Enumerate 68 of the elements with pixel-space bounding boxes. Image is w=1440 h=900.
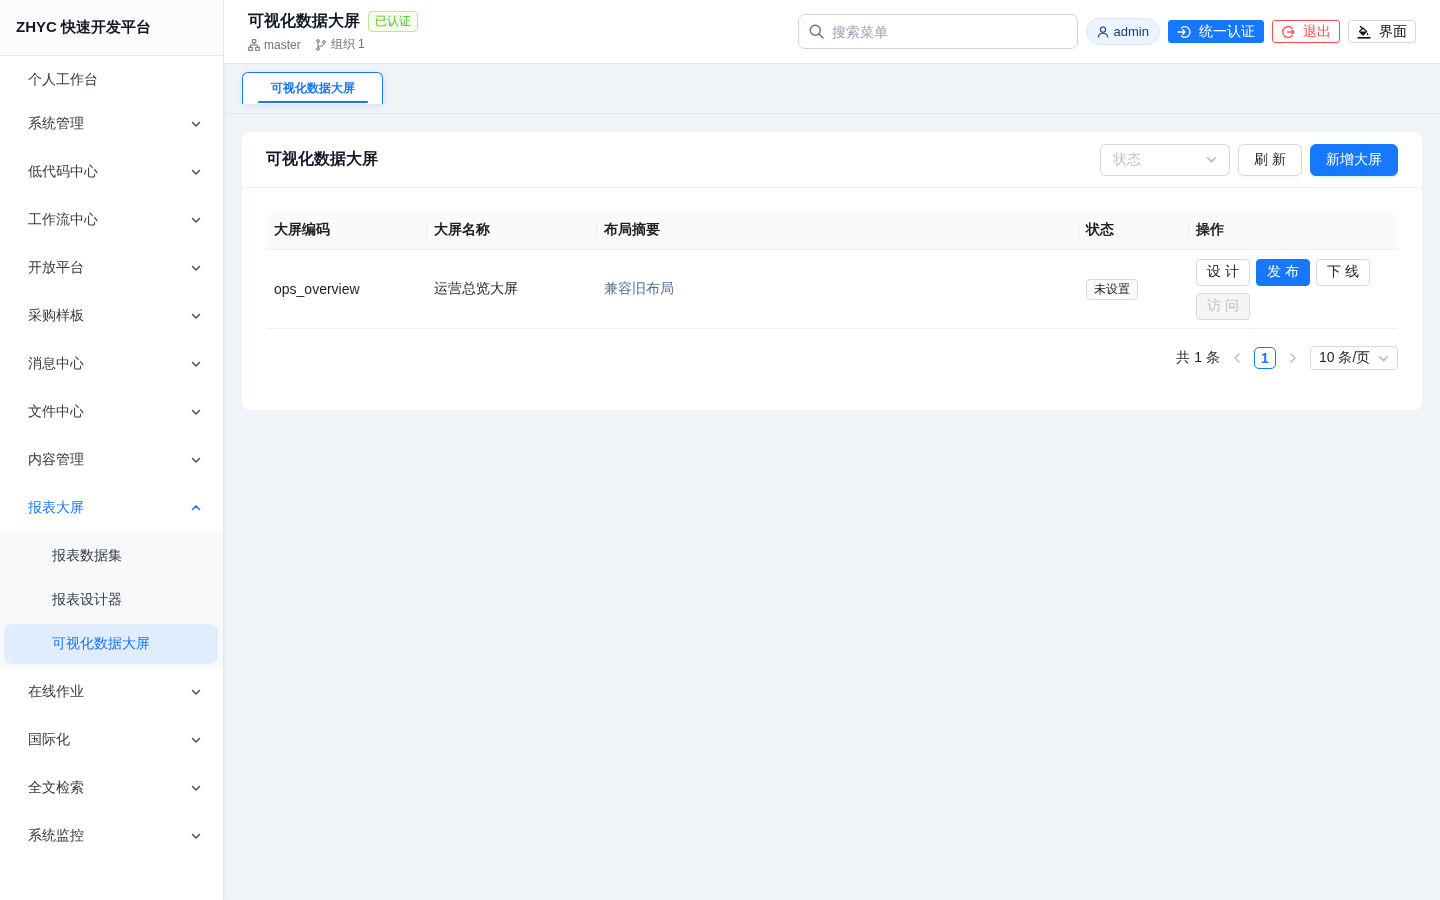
- chevron-down-icon: [191, 263, 201, 273]
- menu-group[interactable]: 工作流中心: [0, 196, 223, 244]
- menu-group[interactable]: 国际化: [0, 716, 223, 764]
- page-button[interactable]: 1: [1254, 347, 1276, 369]
- chevron-up-icon: [191, 503, 201, 513]
- chevron-down-icon: [191, 215, 201, 225]
- branch-icon: [314, 38, 327, 51]
- user-button[interactable]: admin: [1085, 18, 1160, 45]
- search-icon: [808, 24, 824, 39]
- menu-group[interactable]: 低代码中心: [0, 148, 223, 196]
- submenu-item[interactable]: 报表数据集: [4, 536, 218, 576]
- column-header: 布局摘要: [596, 211, 1078, 250]
- chevron-down-icon: [191, 783, 201, 793]
- total-count: 共 1 条: [1176, 349, 1220, 367]
- table-cell: 运营总览大屏: [426, 249, 596, 329]
- menu-group[interactable]: 开放平台: [0, 244, 223, 292]
- menu-group[interactable]: 内容管理: [0, 436, 223, 484]
- chevron-down-icon: [191, 687, 201, 697]
- chevron-down-icon: [191, 455, 201, 465]
- chevron-down-icon: [191, 831, 201, 841]
- verified-badge: 已认证: [368, 11, 418, 32]
- login-icon: [1177, 24, 1191, 39]
- status-tag: 未设置: [1086, 278, 1138, 300]
- chevron-down-icon: [191, 311, 201, 321]
- hierarchy-icon: [248, 38, 260, 51]
- branch-name: master: [264, 37, 301, 52]
- menu-item[interactable]: 个人工作台: [0, 60, 223, 100]
- card-title: 可视化数据大屏: [266, 149, 378, 169]
- column-header: 状态: [1078, 211, 1188, 250]
- page-title: 可视化数据大屏: [248, 11, 360, 31]
- menu-group[interactable]: 文件中心: [0, 388, 223, 436]
- user-icon: [1096, 25, 1109, 38]
- chevron-down-icon: [191, 167, 201, 177]
- toolbar-button[interactable]: 刷 新: [1238, 143, 1302, 176]
- chevron-down-icon: [191, 735, 201, 745]
- toolbar-button[interactable]: 新增大屏: [1310, 143, 1398, 176]
- chevron-right-icon: [1288, 353, 1298, 363]
- submenu-item[interactable]: 报表设计器: [4, 580, 218, 620]
- action-button[interactable]: 发 布: [1255, 258, 1310, 286]
- chevron-down-icon: [191, 407, 201, 417]
- page-size-select[interactable]: 10 条/页: [1310, 346, 1398, 370]
- column-header: 大屏名称: [426, 211, 596, 250]
- action-button[interactable]: 下 线: [1315, 258, 1370, 286]
- search-field[interactable]: 搜索菜单: [797, 14, 1078, 49]
- menu-group[interactable]: 系统管理: [0, 100, 223, 148]
- column-header: 操作: [1188, 211, 1398, 250]
- menu-group[interactable]: 系统监控: [0, 812, 223, 860]
- table-cell: 兼容旧布局: [596, 249, 1078, 329]
- menu-group[interactable]: 消息中心: [0, 340, 223, 388]
- header-button[interactable]: 界面: [1348, 20, 1416, 43]
- app-logo-title: ZHYC 快速开发平台: [16, 18, 151, 37]
- submenu-item[interactable]: 可视化数据大屏: [4, 624, 218, 664]
- logout-icon: [1281, 24, 1295, 39]
- caret-icon: [1206, 154, 1218, 165]
- org-name: 组织 1: [330, 36, 365, 53]
- paint-bucket-icon: [1357, 24, 1371, 39]
- chevron-down-icon: [191, 359, 201, 369]
- column-header: 大屏编码: [266, 211, 426, 250]
- header-button[interactable]: 统一认证: [1168, 20, 1264, 43]
- table-cell: ops_overview: [266, 249, 426, 329]
- chevron-left-icon: [1232, 353, 1242, 363]
- chevron-down-icon: [191, 119, 201, 129]
- menu-group[interactable]: 全文检索: [0, 764, 223, 812]
- menu-group[interactable]: 在线作业: [0, 668, 223, 716]
- menu-group[interactable]: 报表大屏: [0, 484, 223, 532]
- tab[interactable]: 可视化数据大屏: [242, 72, 383, 104]
- action-button[interactable]: 设 计: [1196, 258, 1250, 286]
- menu-group[interactable]: 采购样板: [0, 292, 223, 340]
